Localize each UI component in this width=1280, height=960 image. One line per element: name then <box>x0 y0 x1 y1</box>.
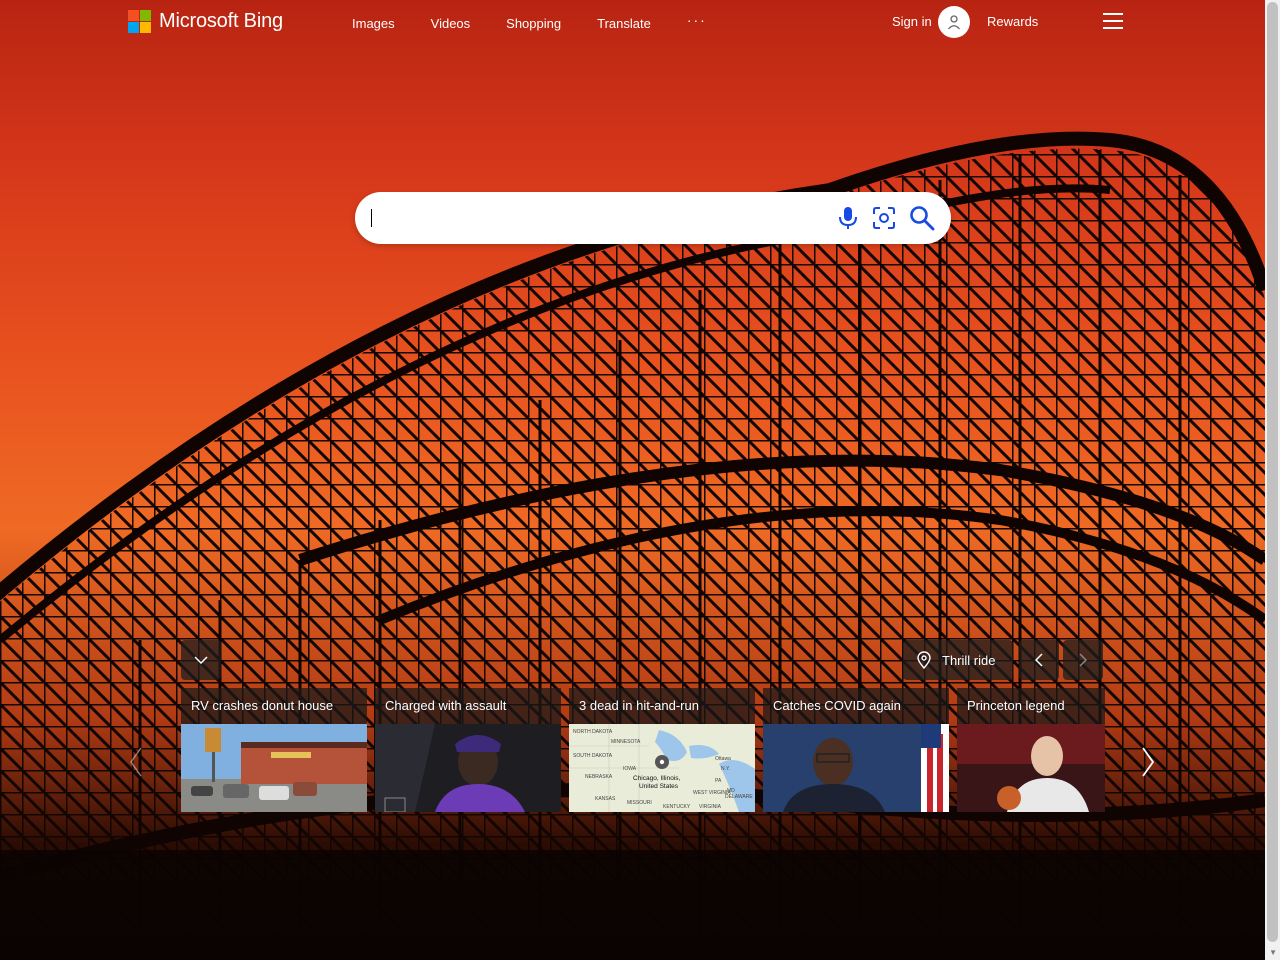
search-icon[interactable] <box>909 205 935 231</box>
news-card[interactable]: Princeton legend <box>957 688 1105 812</box>
news-card-title: Catches COVID again <box>773 698 901 713</box>
collapse-news-button[interactable] <box>181 640 221 680</box>
news-card-map-image: NORTH DAKOTA SOUTH DAKOTA MINNESOTA NEBR… <box>569 724 755 812</box>
rewards-link[interactable]: Rewards <box>987 14 1038 29</box>
previous-image-button[interactable] <box>1019 640 1059 680</box>
menu-icon[interactable] <box>1103 13 1123 29</box>
chevron-right-icon <box>1079 653 1087 667</box>
news-scroll-left-button[interactable] <box>124 742 148 782</box>
svg-text:KANSAS: KANSAS <box>595 796 616 802</box>
news-scroll-right-button[interactable] <box>1136 742 1160 782</box>
scroll-down-arrow-icon[interactable]: ▼ <box>1269 948 1277 957</box>
nav-translate[interactable]: Translate <box>597 16 651 31</box>
bing-logo[interactable]: Microsoft Bing <box>128 10 283 33</box>
svg-text:VIRGINIA: VIRGINIA <box>699 804 722 810</box>
chevron-left-icon <box>130 747 142 777</box>
search-box[interactable] <box>355 192 951 244</box>
svg-text:MINNESOTA: MINNESOTA <box>611 739 641 745</box>
news-card[interactable]: 3 dead in hit-and-run NORTH DAKOTA SOUTH… <box>569 688 755 812</box>
brand-name: Microsoft Bing <box>159 10 283 32</box>
top-nav: Images Videos Shopping Translate ··· <box>352 12 743 31</box>
microsoft-logo-icon <box>128 10 151 33</box>
search-input[interactable] <box>371 204 825 234</box>
nav-more-button[interactable]: ··· <box>687 12 707 31</box>
svg-text:Chicago, Illinois,: Chicago, Illinois, <box>633 775 681 782</box>
background-photo <box>0 0 1265 960</box>
svg-text:NEBRASKA: NEBRASKA <box>585 774 613 780</box>
svg-text:MISSOURI: MISSOURI <box>627 800 652 806</box>
svg-text:PA: PA <box>715 778 722 784</box>
svg-text:SOUTH DAKOTA: SOUTH DAKOTA <box>573 753 613 759</box>
svg-text:N.Y.: N.Y. <box>721 766 730 772</box>
chevron-down-icon <box>194 656 208 664</box>
scrollbar-thumb[interactable] <box>1267 2 1278 942</box>
chevron-left-icon <box>1035 653 1043 667</box>
svg-text:NORTH DAKOTA: NORTH DAKOTA <box>573 729 613 735</box>
nav-videos[interactable]: Videos <box>431 16 471 31</box>
location-pin-icon <box>917 651 931 669</box>
svg-text:IOWA: IOWA <box>623 766 637 772</box>
news-card-image <box>957 724 1105 812</box>
news-card[interactable]: Catches COVID again <box>763 688 949 812</box>
news-card[interactable]: RV crashes donut house <box>181 688 367 812</box>
next-image-button[interactable] <box>1063 640 1103 680</box>
image-location-label: Thrill ride <box>942 652 996 668</box>
svg-text:KENTUCKY: KENTUCKY <box>663 804 691 810</box>
news-carousel: RV crashes donut house Charged with assa… <box>181 688 1105 812</box>
sign-in-link[interactable]: Sign in <box>892 14 932 29</box>
page-scrollbar[interactable]: ▼ <box>1265 0 1280 960</box>
news-card-title: 3 dead in hit-and-run <box>579 698 699 713</box>
visual-search-icon[interactable] <box>871 205 897 231</box>
news-card-title: RV crashes donut house <box>191 698 334 713</box>
news-card-title: Charged with assault <box>385 698 507 713</box>
microphone-icon[interactable] <box>835 205 861 231</box>
user-avatar-icon[interactable] <box>938 6 970 38</box>
nav-images[interactable]: Images <box>352 16 395 31</box>
news-card-title: Princeton legend <box>967 698 1065 713</box>
chevron-right-icon <box>1142 747 1154 777</box>
nav-shopping[interactable]: Shopping <box>506 16 561 31</box>
text-caret <box>371 209 372 227</box>
svg-text:United States: United States <box>639 783 679 790</box>
news-card-image <box>181 724 367 812</box>
image-location-button[interactable]: Thrill ride <box>903 640 1013 680</box>
svg-text:Ottawa: Ottawa <box>715 756 731 762</box>
roller-coaster-silhouette <box>0 131 1265 960</box>
news-card[interactable]: Charged with assault <box>375 688 561 812</box>
news-card-image <box>375 724 561 812</box>
top-bar: Microsoft Bing Images Videos Shopping Tr… <box>0 0 1265 44</box>
news-card-image <box>763 724 949 812</box>
svg-text:WEST VIRGINIA: WEST VIRGINIA <box>693 790 731 796</box>
